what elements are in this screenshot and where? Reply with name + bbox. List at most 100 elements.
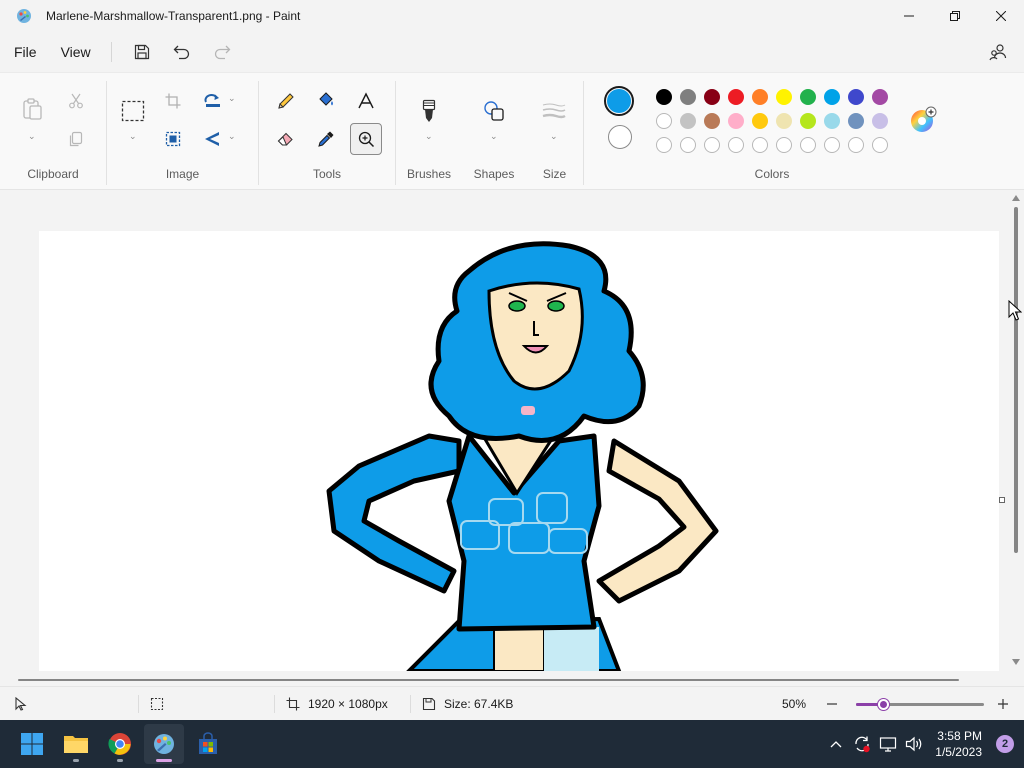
- cursor-position: [14, 687, 28, 721]
- shapes-chevron-icon[interactable]: ⌄: [490, 131, 498, 142]
- show-hidden-icons-button[interactable]: [823, 732, 849, 756]
- select-button[interactable]: [117, 95, 149, 127]
- palette-swatch[interactable]: [704, 113, 720, 129]
- custom-color-slot[interactable]: [704, 137, 720, 153]
- scroll-up-icon: [1012, 195, 1020, 201]
- drawing-canvas[interactable]: [39, 231, 999, 671]
- taskbar-paint[interactable]: [144, 724, 184, 764]
- canvas-resize-handle[interactable]: [999, 497, 1005, 503]
- palette-swatch[interactable]: [872, 113, 888, 129]
- palette-swatch[interactable]: [824, 113, 840, 129]
- custom-color-slot[interactable]: [872, 137, 888, 153]
- view-menu[interactable]: View: [49, 36, 103, 68]
- custom-color-slot[interactable]: [656, 137, 672, 153]
- zoom-out-button[interactable]: [826, 687, 838, 721]
- brushes-button[interactable]: [413, 95, 445, 127]
- pencil-button[interactable]: [270, 85, 302, 117]
- shapes-button[interactable]: [478, 95, 510, 127]
- taskbar-chrome[interactable]: [100, 724, 140, 764]
- magnifier-button[interactable]: [350, 123, 382, 155]
- brushes-chevron-icon[interactable]: ⌄: [425, 131, 433, 142]
- palette-swatch[interactable]: [752, 89, 768, 105]
- scroll-down-icon: [1012, 659, 1020, 665]
- palette-swatch[interactable]: [704, 89, 720, 105]
- palette-swatch[interactable]: [728, 113, 744, 129]
- rotate-chevron-icon[interactable]: ⌄: [228, 93, 236, 104]
- file-menu[interactable]: File: [2, 36, 49, 68]
- save-button[interactable]: [122, 36, 162, 68]
- color-wheel-icon: [911, 106, 937, 132]
- custom-color-slot[interactable]: [752, 137, 768, 153]
- text-icon: [358, 92, 374, 109]
- zoom-in-button[interactable]: [997, 687, 1009, 721]
- rotate-button[interactable]: [197, 85, 229, 117]
- secondary-color-button[interactable]: [608, 125, 632, 149]
- clipboard-label: Clipboard: [27, 167, 79, 181]
- custom-color-slot[interactable]: [728, 137, 744, 153]
- resize-icon: [165, 131, 181, 147]
- vertical-scroll-thumb[interactable]: [1014, 207, 1018, 553]
- clock-date: 1/5/2023: [935, 745, 982, 759]
- size-button[interactable]: [538, 95, 570, 127]
- copy-button[interactable]: [60, 123, 92, 155]
- cut-button[interactable]: [60, 85, 92, 117]
- custom-color-slot[interactable]: [824, 137, 840, 153]
- share-button[interactable]: [982, 36, 1014, 68]
- palette-swatch[interactable]: [776, 113, 792, 129]
- palette-swatch[interactable]: [800, 113, 816, 129]
- palette-swatch[interactable]: [656, 113, 672, 129]
- paste-chevron-icon[interactable]: ⌄: [28, 131, 36, 142]
- paste-button[interactable]: [16, 93, 48, 125]
- palette-swatch[interactable]: [800, 89, 816, 105]
- primary-color-button[interactable]: [604, 86, 634, 116]
- custom-color-slot[interactable]: [776, 137, 792, 153]
- palette-swatch[interactable]: [872, 89, 888, 105]
- taskbar-file-explorer[interactable]: [56, 724, 96, 764]
- horizontal-scrollbar[interactable]: [18, 679, 959, 681]
- custom-color-slot[interactable]: [848, 137, 864, 153]
- palette-swatch[interactable]: [680, 113, 696, 129]
- status-separator: [138, 695, 139, 713]
- color-picker-button[interactable]: [310, 123, 342, 155]
- close-button[interactable]: [978, 0, 1024, 32]
- marlene-drawing: [326, 241, 719, 671]
- palette-swatch[interactable]: [680, 89, 696, 105]
- custom-color-slot[interactable]: [680, 137, 696, 153]
- taskbar-clock[interactable]: 3:58 PM 1/5/2023: [935, 728, 982, 760]
- custom-color-slot[interactable]: [800, 137, 816, 153]
- palette-swatch[interactable]: [656, 89, 672, 105]
- palette-swatch[interactable]: [848, 113, 864, 129]
- size-chevron-icon[interactable]: ⌄: [550, 131, 558, 142]
- text-button[interactable]: [350, 85, 382, 117]
- taskbar-store[interactable]: [188, 724, 228, 764]
- brushes-group[interactable]: ⌄ Brushes: [396, 73, 462, 191]
- zoom-slider-thumb[interactable]: [878, 699, 890, 710]
- palette-swatch[interactable]: [776, 89, 792, 105]
- palette-swatch[interactable]: [824, 89, 840, 105]
- fill-button[interactable]: [310, 85, 342, 117]
- volume-tray-icon[interactable]: [901, 732, 927, 756]
- flip-button[interactable]: [197, 123, 229, 155]
- eraser-button[interactable]: [270, 123, 302, 155]
- palette-swatch[interactable]: [728, 89, 744, 105]
- crop-button[interactable]: [157, 85, 189, 117]
- minimize-button[interactable]: [886, 0, 932, 32]
- line-size-icon: [542, 103, 566, 119]
- zoom-slider[interactable]: [856, 699, 984, 710]
- edit-colors-button[interactable]: [908, 105, 938, 135]
- sync-tray-icon[interactable]: [849, 732, 875, 756]
- flip-chevron-icon[interactable]: ⌄: [228, 131, 236, 142]
- start-button[interactable]: [12, 724, 52, 764]
- size-group[interactable]: ⌄ Size: [526, 73, 583, 191]
- maximize-button[interactable]: [932, 0, 978, 32]
- select-chevron-icon[interactable]: ⌄: [129, 131, 137, 142]
- resize-button[interactable]: [157, 123, 189, 155]
- undo-button[interactable]: [162, 36, 202, 68]
- network-tray-icon[interactable]: [875, 732, 901, 756]
- clipboard-group: ⌄ Clipboard: [0, 73, 106, 191]
- palette-swatch[interactable]: [752, 113, 768, 129]
- notification-badge[interactable]: 2: [996, 735, 1014, 753]
- palette-swatch[interactable]: [848, 89, 864, 105]
- redo-button[interactable]: [202, 36, 242, 68]
- shapes-group[interactable]: ⌄ Shapes: [462, 73, 526, 191]
